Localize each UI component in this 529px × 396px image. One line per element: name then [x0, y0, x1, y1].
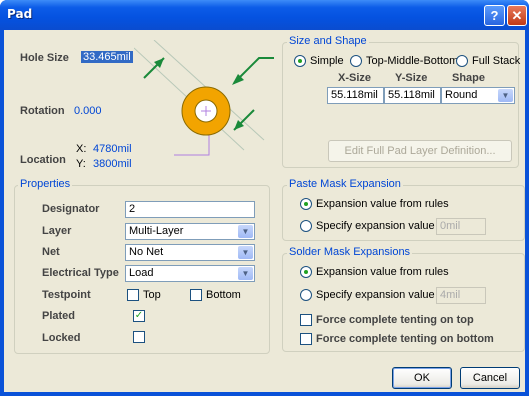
paste-value-input[interactable]: 0mil — [436, 218, 486, 235]
testpoint-bottom-label[interactable]: Bottom — [206, 289, 241, 301]
size-shape-title: Size and Shape — [287, 35, 369, 47]
hole-size-value[interactable]: 33.465mil — [81, 51, 133, 63]
tent-bottom-label[interactable]: Force complete tenting on bottom — [316, 333, 494, 345]
plated-label: Plated — [42, 310, 76, 322]
paste-specify-label[interactable]: Specify expansion value — [316, 220, 435, 232]
net-label: Net — [42, 246, 60, 258]
layer-label: Layer — [42, 225, 72, 237]
location-label: Location — [20, 154, 66, 166]
plated-checkbox[interactable]: ✓ — [133, 310, 145, 322]
layer-select[interactable]: Multi-Layer ▼ — [125, 223, 255, 240]
ysize-input[interactable]: 55.118mil — [384, 87, 441, 104]
testpoint-top-checkbox[interactable] — [127, 289, 139, 301]
location-y-label: Y: — [76, 158, 86, 170]
edit-pad-layer-button[interactable]: Edit Full Pad Layer Definition... — [328, 140, 512, 162]
net-select[interactable]: No Net ▼ — [125, 244, 255, 261]
properties-title: Properties — [18, 178, 73, 190]
paste-specify-radio[interactable] — [300, 220, 312, 232]
shape-select[interactable]: Round ▼ — [441, 87, 515, 104]
solder-specify-label[interactable]: Specify expansion value — [316, 289, 435, 301]
layer-value: Multi-Layer — [129, 225, 184, 237]
cancel-button[interactable]: Cancel — [460, 367, 520, 389]
pad-preview-graphic — [134, 40, 274, 156]
electrical-type-select[interactable]: Load ▼ — [125, 265, 255, 282]
hole-size-label: Hole Size — [20, 52, 69, 64]
ysize-header: Y-Size — [395, 72, 428, 84]
solder-specify-radio[interactable] — [300, 289, 312, 301]
full-stack-label[interactable]: Full Stack — [472, 55, 520, 67]
rotation-label: Rotation — [20, 105, 65, 117]
title-bar[interactable]: Pad ? ✕ — [0, 0, 529, 30]
locked-label: Locked — [42, 332, 81, 344]
chevron-down-icon[interactable]: ▼ — [498, 89, 513, 102]
location-x-value[interactable]: 4780mil — [93, 143, 132, 155]
tent-top-checkbox[interactable] — [300, 314, 312, 326]
help-button[interactable]: ? — [484, 5, 505, 26]
ok-button[interactable]: OK — [392, 367, 452, 389]
paste-mask-group — [282, 185, 525, 241]
shape-header: Shape — [452, 72, 486, 84]
solder-rules-radio[interactable] — [300, 266, 312, 278]
tent-bottom-checkbox[interactable] — [300, 333, 312, 345]
paste-mask-title: Paste Mask Expansion — [287, 178, 403, 190]
chevron-down-icon[interactable]: ▼ — [238, 246, 253, 259]
xsize-header: X-Size — [338, 72, 372, 84]
window-title: Pad — [7, 7, 33, 21]
net-value: No Net — [129, 246, 164, 258]
location-y-value[interactable]: 3800mil — [93, 158, 132, 170]
close-button[interactable]: ✕ — [507, 5, 527, 26]
top-middle-bottom-radio[interactable] — [350, 55, 362, 67]
top-middle-bottom-label[interactable]: Top-Middle-Bottom — [366, 55, 458, 67]
dialog-body: Hole Size 33.465mil Rotation 0.000 Locat… — [4, 30, 525, 392]
testpoint-top-label[interactable]: Top — [143, 289, 161, 301]
rotation-value[interactable]: 0.000 — [74, 105, 102, 117]
designator-label: Designator — [42, 203, 100, 215]
testpoint-bottom-checkbox[interactable] — [190, 289, 202, 301]
simple-label[interactable]: Simple — [310, 55, 344, 67]
electrical-type-label: Electrical Type — [42, 267, 119, 279]
shape-value: Round — [445, 89, 478, 101]
pad-dialog-window: Pad ? ✕ Hole Size 33.465mil Rotation 0.0… — [0, 0, 529, 396]
locked-checkbox[interactable] — [133, 331, 145, 343]
simple-radio[interactable] — [294, 55, 306, 67]
chevron-down-icon[interactable]: ▼ — [238, 267, 253, 280]
solder-mask-title: Solder Mask Expansions — [287, 246, 413, 258]
xsize-input[interactable]: 55.118mil — [327, 87, 384, 104]
paste-rules-label[interactable]: Expansion value from rules — [316, 198, 449, 210]
tent-top-label[interactable]: Force complete tenting on top — [316, 314, 474, 326]
location-x-label: X: — [76, 143, 87, 155]
paste-rules-radio[interactable] — [300, 198, 312, 210]
chevron-down-icon[interactable]: ▼ — [238, 225, 253, 238]
solder-rules-label[interactable]: Expansion value from rules — [316, 266, 449, 278]
testpoint-label: Testpoint — [42, 289, 91, 301]
designator-input[interactable]: 2 — [125, 201, 255, 218]
electrical-type-value: Load — [129, 267, 154, 279]
solder-value-input[interactable]: 4mil — [436, 287, 486, 304]
full-stack-radio[interactable] — [456, 55, 468, 67]
